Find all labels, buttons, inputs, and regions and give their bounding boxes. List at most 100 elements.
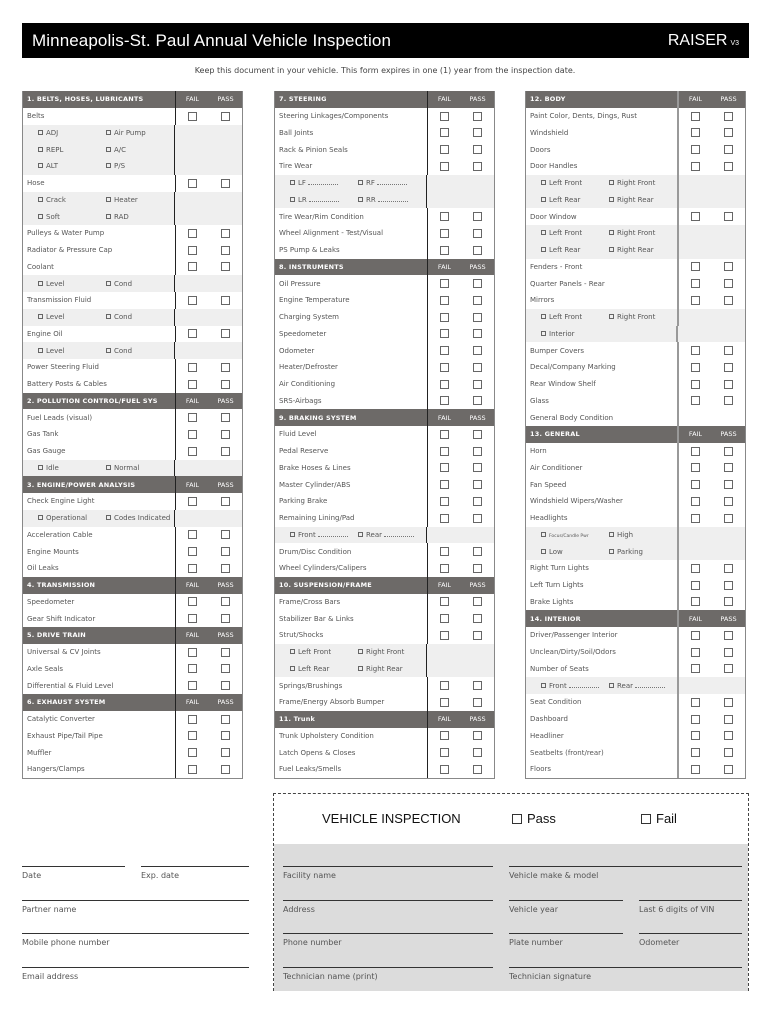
fail-checkbox[interactable] bbox=[691, 480, 700, 490]
sub-option-checkbox[interactable] bbox=[358, 196, 363, 202]
technician-name-field[interactable]: Technician name (print) bbox=[283, 967, 493, 981]
pass-checkbox[interactable] bbox=[221, 295, 230, 305]
pass-checkbox[interactable] bbox=[473, 764, 482, 774]
fail-checkbox[interactable] bbox=[691, 161, 700, 171]
fail-checkbox[interactable] bbox=[440, 396, 449, 406]
pass-checkbox[interactable] bbox=[724, 111, 733, 121]
pass-checkbox[interactable] bbox=[473, 429, 482, 439]
fail-checkbox[interactable] bbox=[440, 212, 449, 222]
fail-checkbox[interactable] bbox=[440, 764, 449, 774]
fail-checkbox[interactable] bbox=[188, 496, 197, 506]
pass-checkbox[interactable] bbox=[473, 480, 482, 490]
sub-option-checkbox[interactable] bbox=[290, 649, 295, 655]
fail-checkbox[interactable] bbox=[440, 731, 449, 741]
fill-in-blank[interactable] bbox=[384, 531, 415, 537]
pass-checkbox[interactable] bbox=[221, 714, 230, 724]
fail-checkbox[interactable] bbox=[691, 111, 700, 121]
pass-checkbox[interactable] bbox=[473, 563, 482, 573]
fail-checkbox[interactable] bbox=[691, 697, 700, 707]
sub-option-rad[interactable]: RAD bbox=[106, 213, 174, 221]
fail-checkbox[interactable] bbox=[188, 714, 197, 724]
sub-option-front[interactable]: Front bbox=[290, 531, 358, 539]
fail-checkbox[interactable] bbox=[188, 178, 197, 188]
fail-checkbox[interactable] bbox=[440, 379, 449, 389]
fail-checkbox[interactable] bbox=[440, 513, 449, 523]
fail-checkbox[interactable] bbox=[440, 346, 449, 356]
sub-option-checkbox[interactable] bbox=[106, 213, 111, 219]
fail-checkbox[interactable] bbox=[440, 480, 449, 490]
fail-checkbox[interactable] bbox=[691, 664, 700, 674]
fail-checkbox[interactable] bbox=[691, 647, 700, 657]
pass-checkbox[interactable] bbox=[473, 731, 482, 741]
sub-option-checkbox[interactable] bbox=[541, 314, 546, 320]
vehicle-make-model-field[interactable]: Vehicle make & model bbox=[509, 866, 742, 880]
sub-option-idle[interactable]: Idle bbox=[38, 464, 106, 472]
sub-option-checkbox[interactable] bbox=[541, 531, 546, 537]
sub-option-soft[interactable]: Soft bbox=[38, 213, 106, 221]
pass-checkbox[interactable] bbox=[473, 245, 482, 255]
vehicle-year-field[interactable]: Vehicle year bbox=[509, 900, 623, 914]
pass-checkbox[interactable] bbox=[221, 647, 230, 657]
pass-checkbox[interactable] bbox=[473, 396, 482, 406]
fail-checkbox[interactable] bbox=[440, 145, 449, 155]
pass-checkbox[interactable] bbox=[724, 513, 733, 523]
pass-checkbox[interactable] bbox=[473, 463, 482, 473]
fail-checkbox[interactable] bbox=[691, 212, 700, 222]
sub-option-operational[interactable]: Operational bbox=[38, 514, 106, 522]
sub-option-rear[interactable]: Rear bbox=[358, 531, 426, 539]
pass-checkbox[interactable] bbox=[473, 312, 482, 322]
pass-checkbox[interactable] bbox=[724, 580, 733, 590]
sub-option-checkbox[interactable] bbox=[358, 531, 363, 537]
sub-option-alt[interactable]: ALT bbox=[38, 162, 106, 170]
overall-fail-checkbox[interactable] bbox=[641, 814, 651, 824]
fill-in-blank[interactable] bbox=[377, 196, 408, 202]
pass-checkbox[interactable] bbox=[473, 295, 482, 305]
pass-checkbox[interactable] bbox=[724, 379, 733, 389]
sub-option-left-rear[interactable]: Left Rear bbox=[290, 665, 358, 673]
fail-checkbox[interactable] bbox=[440, 312, 449, 322]
sub-option-p-s[interactable]: P/S bbox=[106, 162, 174, 170]
overall-fail-option[interactable]: Fail bbox=[641, 811, 677, 826]
fail-checkbox[interactable] bbox=[188, 764, 197, 774]
technician-signature-field[interactable]: Technician signature bbox=[509, 967, 742, 981]
fail-checkbox[interactable] bbox=[691, 731, 700, 741]
pass-checkbox[interactable] bbox=[724, 446, 733, 456]
pass-checkbox[interactable] bbox=[473, 630, 482, 640]
fail-checkbox[interactable] bbox=[440, 681, 449, 691]
fail-checkbox[interactable] bbox=[691, 362, 700, 372]
sub-option-high[interactable]: High bbox=[609, 531, 677, 539]
sub-option-checkbox[interactable] bbox=[290, 531, 295, 537]
sub-option-repl[interactable]: REPL bbox=[38, 146, 106, 154]
fail-checkbox[interactable] bbox=[188, 731, 197, 741]
pass-checkbox[interactable] bbox=[724, 714, 733, 724]
fail-checkbox[interactable] bbox=[691, 580, 700, 590]
sub-option-checkbox[interactable] bbox=[609, 682, 614, 688]
fail-checkbox[interactable] bbox=[188, 111, 197, 121]
pass-checkbox[interactable] bbox=[221, 329, 230, 339]
sub-option-right-front[interactable]: Right Front bbox=[609, 179, 677, 187]
fail-checkbox[interactable] bbox=[691, 563, 700, 573]
pass-checkbox[interactable] bbox=[221, 563, 230, 573]
fail-checkbox[interactable] bbox=[440, 228, 449, 238]
sub-option-checkbox[interactable] bbox=[106, 146, 111, 152]
fail-checkbox[interactable] bbox=[188, 245, 197, 255]
fail-checkbox[interactable] bbox=[188, 429, 197, 439]
fail-checkbox[interactable] bbox=[440, 295, 449, 305]
sub-option-air-pump[interactable]: Air Pump bbox=[106, 129, 174, 137]
fail-checkbox[interactable] bbox=[188, 547, 197, 557]
fail-checkbox[interactable] bbox=[691, 597, 700, 607]
fill-in-blank[interactable] bbox=[376, 179, 407, 186]
sub-option-rr[interactable]: RR bbox=[358, 196, 426, 204]
pass-checkbox[interactable] bbox=[724, 664, 733, 674]
sub-option-rear[interactable]: Rear bbox=[609, 682, 677, 690]
fail-checkbox[interactable] bbox=[691, 279, 700, 289]
fail-checkbox[interactable] bbox=[188, 295, 197, 305]
fail-checkbox[interactable] bbox=[188, 329, 197, 339]
pass-checkbox[interactable] bbox=[724, 346, 733, 356]
sub-option-cond[interactable]: Cond bbox=[106, 347, 174, 355]
sub-option-checkbox[interactable] bbox=[541, 682, 546, 688]
fail-checkbox[interactable] bbox=[691, 446, 700, 456]
fail-checkbox[interactable] bbox=[440, 245, 449, 255]
fail-checkbox[interactable] bbox=[691, 379, 700, 389]
pass-checkbox[interactable] bbox=[724, 279, 733, 289]
